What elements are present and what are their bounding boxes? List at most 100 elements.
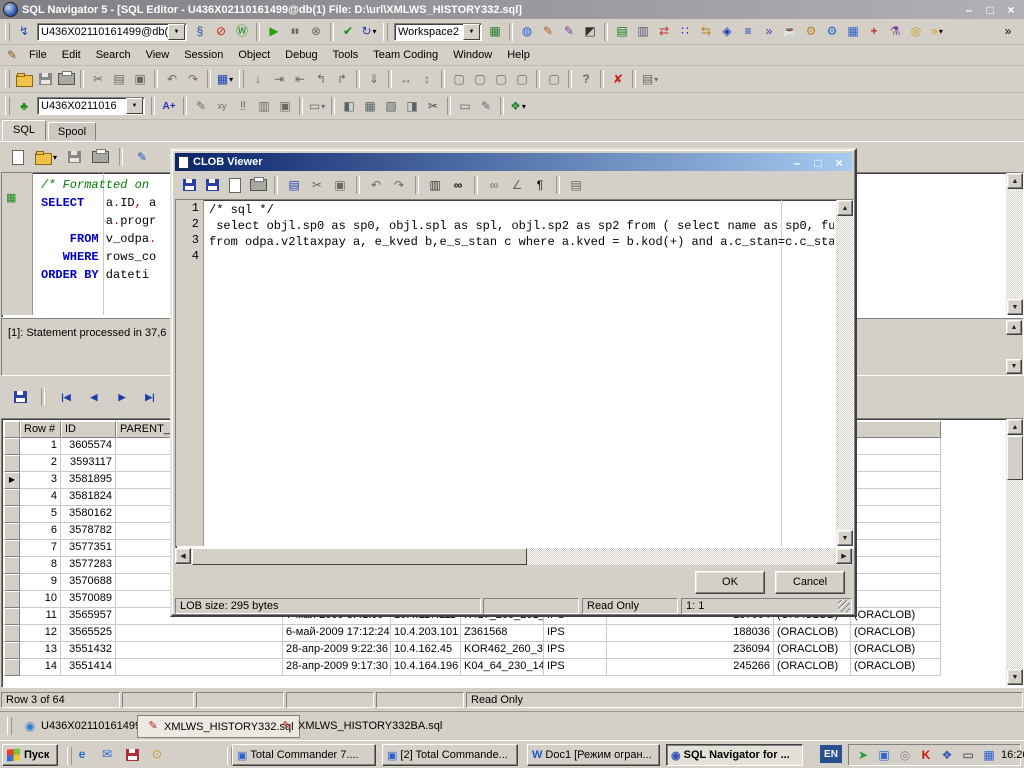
clob-print-icon[interactable] <box>248 177 268 194</box>
align-left-icon[interactable]: ↔ <box>396 71 416 88</box>
analyze-icon[interactable]: ⚗ <box>885 23 905 40</box>
pause-icon[interactable]: ▮▮ <box>285 23 305 40</box>
redo-icon[interactable]: ↷ <box>183 71 203 88</box>
grid-cell[interactable]: 245266 <box>607 659 774 676</box>
tools-gear-icon[interactable]: ⚙ <box>822 23 842 40</box>
dropdown-caret-icon[interactable]: ▾ <box>229 71 233 88</box>
grid-cell[interactable]: 4 <box>20 489 61 506</box>
checker-icon[interactable]: ◩ <box>580 23 600 40</box>
xy-icon[interactable]: xy <box>212 98 232 115</box>
grid-cell[interactable] <box>851 438 941 455</box>
grid-cell[interactable]: 14 <box>20 659 61 676</box>
row-selector[interactable] <box>4 608 20 625</box>
edit-pencil-icon[interactable]: ✎ <box>191 98 211 115</box>
comment-icon[interactable]: ▢ <box>470 71 490 88</box>
toolbar-grip[interactable] <box>5 97 10 115</box>
snippets-icon[interactable]: ✂ <box>423 98 443 115</box>
menu-help[interactable]: Help <box>500 47 537 63</box>
grid-cell[interactable]: (ORACLOB) <box>774 642 851 659</box>
clob-vscrollbar[interactable]: ▲ ▼ <box>836 200 853 546</box>
split-view-icon[interactable]: ◨ <box>402 98 422 115</box>
save-file-icon[interactable] <box>35 71 55 88</box>
combo-dropdown-icon[interactable]: ▼ <box>126 98 143 114</box>
undo-icon[interactable]: ↶ <box>162 71 182 88</box>
bookshelf-icon[interactable]: ▤▾ <box>640 71 660 88</box>
grid-cell[interactable]: 1 <box>20 438 61 455</box>
benchmark-icon[interactable]: + <box>864 23 884 40</box>
grid-cell[interactable]: (ORACLOB) <box>774 625 851 642</box>
clob-codepage-icon[interactable]: ▤ <box>566 177 586 194</box>
ok-button[interactable]: OK <box>695 571 765 594</box>
row-selector[interactable] <box>4 540 20 557</box>
clob-paste-icon[interactable]: ▣ <box>330 177 350 194</box>
grid-cell[interactable]: 3577283 <box>61 557 116 574</box>
row-selector[interactable]: ▶ <box>4 472 20 489</box>
grid-scroll-thumb[interactable] <box>1007 436 1023 480</box>
row-selector[interactable] <box>4 642 20 659</box>
clob-scroll-left-icon[interactable]: ◀ <box>175 548 191 564</box>
app-icon[interactable] <box>3 2 18 17</box>
dropdown-caret-icon[interactable]: ▾ <box>522 98 526 115</box>
java-icon[interactable]: ☕ <box>780 23 800 40</box>
grid-cell[interactable]: 3581824 <box>61 489 116 506</box>
ie-icon[interactable]: e <box>72 746 92 763</box>
grid-cell[interactable]: 3551432 <box>61 642 116 659</box>
clob-scroll-down-icon[interactable]: ▼ <box>837 530 853 546</box>
table-row[interactable]: 1235655256-май-2009 17:12:2410.4.203.101… <box>4 625 941 642</box>
open-sql-icon[interactable]: ▾ <box>34 149 58 166</box>
clob-minimize-button[interactable]: – <box>787 155 807 172</box>
cancel-button[interactable]: Cancel <box>775 571 845 594</box>
taskbar-button-2[interactable]: ▣[2] Total Commande... <box>382 744 518 766</box>
grid-cell[interactable]: IPS <box>544 642 607 659</box>
session-combo[interactable]: U436X0211016▼ <box>37 97 145 115</box>
toolbar-overflow-icon[interactable]: » <box>998 23 1018 40</box>
grid-cell[interactable]: 12 <box>20 625 61 642</box>
clob-close-button[interactable]: × <box>829 155 849 172</box>
grid-cell[interactable]: 3570089 <box>61 591 116 608</box>
execute-icon[interactable]: ▶ <box>264 23 284 40</box>
grid-cell[interactable]: IPS <box>544 659 607 676</box>
open-file-icon[interactable] <box>14 71 34 88</box>
editor-menu-icon[interactable]: ✎ <box>2 47 22 64</box>
new-object-icon[interactable]: ✎ <box>559 23 579 40</box>
menu-tools[interactable]: Tools <box>326 47 366 63</box>
grid-cell[interactable]: 188036 <box>607 625 774 642</box>
tray-antivirus-icon[interactable]: K <box>916 747 936 764</box>
form-grid-icon[interactable]: ▨ <box>381 98 401 115</box>
report-icon[interactable]: ▭ <box>455 98 475 115</box>
menu-file[interactable]: File <box>22 47 54 63</box>
last-record-icon[interactable]: ▶| <box>140 389 160 406</box>
grid-scroll-up-icon[interactable]: ▲ <box>1007 419 1023 435</box>
menu-object[interactable]: Object <box>231 47 277 63</box>
row-selector[interactable] <box>4 557 20 574</box>
align-right-icon[interactable]: ↕ <box>417 71 437 88</box>
editor-scroll-down-icon[interactable]: ▼ <box>1007 299 1023 315</box>
maximize-button[interactable]: □ <box>980 2 1000 19</box>
roadmap-icon[interactable]: » <box>759 23 779 40</box>
grid-cell[interactable]: 3605574 <box>61 438 116 455</box>
swap-icon[interactable]: ⇄ <box>654 23 674 40</box>
row-selector[interactable] <box>4 438 20 455</box>
save-quick-icon[interactable] <box>122 746 142 763</box>
save-sql-icon[interactable] <box>64 149 84 166</box>
compare-icon[interactable]: ⇆ <box>696 23 716 40</box>
wrap-icon[interactable]: ▢ <box>449 71 469 88</box>
clob-find-icon[interactable]: ∞ <box>448 177 468 194</box>
dropdown-caret-icon[interactable]: ▾ <box>939 23 943 40</box>
grid-cell[interactable]: KOR462_260_37 <box>461 642 544 659</box>
taskbar-button-4[interactable]: ◉SQL Navigator for ... <box>666 744 803 766</box>
clob-ruler-icon[interactable]: ∠ <box>507 177 527 194</box>
mail-icon[interactable]: ✉ <box>97 746 117 763</box>
grid-cell[interactable]: (ORACLOB) <box>851 625 941 642</box>
grid-cell[interactable]: 9 <box>20 574 61 591</box>
grid-cell[interactable] <box>851 557 941 574</box>
workspace-combo[interactable]: Workspace2▼ <box>394 23 482 41</box>
describe-icon[interactable]: A+ <box>159 98 179 115</box>
more-actions-icon[interactable]: »▾ <box>927 23 947 40</box>
grid-cell[interactable]: 2 <box>20 455 61 472</box>
grid-cell[interactable] <box>851 523 941 540</box>
clob-titlebar[interactable]: CLOB Viewer –□× <box>175 153 852 171</box>
clob-wordwrap-icon[interactable]: ∞ <box>484 177 504 194</box>
grid-header-row-[interactable]: Row # <box>20 421 61 438</box>
grid-cell[interactable]: (ORACLOB) <box>851 642 941 659</box>
